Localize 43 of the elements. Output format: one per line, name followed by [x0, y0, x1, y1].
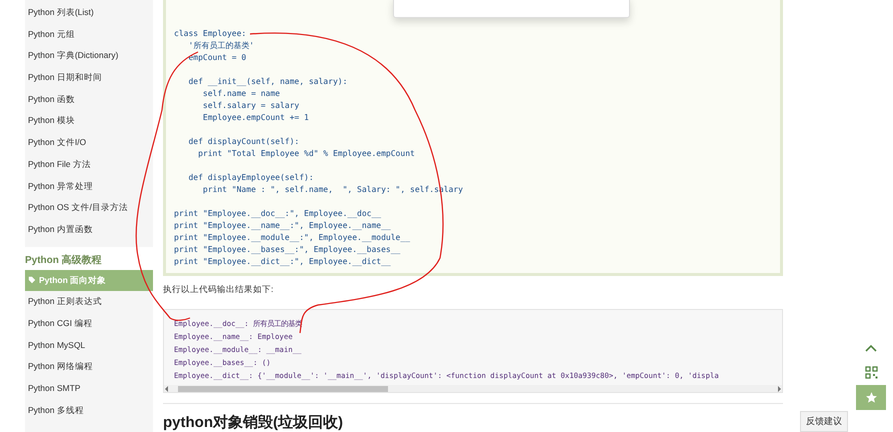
sidebar-item[interactable]: Python 日期和时间 [25, 67, 153, 89]
code-line: empCount = 0 [187, 52, 248, 64]
sidebar-item[interactable]: Python 元组 [25, 24, 153, 46]
scroll-right-icon[interactable] [776, 386, 782, 392]
code-line: print "Employee.__dict__:", Employee.__dict__ [174, 256, 392, 268]
scroll-left-icon[interactable] [164, 386, 170, 392]
code-line: Employee.empCount += 1 [202, 112, 310, 124]
star-icon [864, 391, 878, 404]
code-line: def displayCount(self): [187, 136, 300, 148]
code-line: print "Employee.__module__:", Employee.__module__ [174, 232, 412, 244]
code-line: def __init__(self, name, salary): [187, 76, 348, 88]
sidebar-item[interactable]: Python CGI 编程 [25, 312, 153, 335]
qr-code-icon [864, 366, 878, 379]
chevron-up-icon [865, 344, 877, 352]
feedback-button[interactable]: 反馈建议 [800, 411, 848, 432]
code-line: print "Employee.__doc__:", Employee.__doc__ [174, 208, 382, 220]
sidebar-item[interactable]: Python 列表(List) [25, 2, 153, 24]
output-intro: 执行以上代码输出结果如下: [163, 284, 274, 296]
code-line: self.name = name [202, 88, 281, 100]
sidebar-item[interactable]: Python MySQL [25, 334, 153, 356]
sidebar-item[interactable]: Python 字典(Dictionary) [25, 45, 153, 68]
sidebar-item[interactable]: Python 文件I/O [25, 132, 153, 154]
sidebar-item[interactable]: Python 函数 [25, 88, 153, 110]
code-line: def displayEmployee(self): [187, 172, 315, 184]
sidebar-item[interactable]: Python 内置函数 [25, 218, 153, 241]
code-line: print "Employee.__name__:", Employee.__name__ [174, 220, 392, 232]
sidebar-item[interactable]: Python OS 文件/目录方法 [25, 197, 153, 219]
code-line: print "Employee.__bases__:", Employee.__bases__ [174, 244, 402, 256]
favorite-button[interactable] [856, 385, 886, 410]
sidebar-item[interactable]: Python 模块 [25, 110, 153, 132]
code-line: '所有员工的基类' [187, 40, 256, 52]
code-line: print "Total Employee %d" % Employee.empCount [197, 148, 416, 160]
sidebar-item[interactable]: Python 多线程 [25, 400, 153, 422]
section-heading: python对象销毁(垃圾回收) [163, 413, 344, 432]
code-line: self.salary = salary [202, 100, 300, 112]
code-line: class Employee: [174, 28, 248, 40]
sidebar-item[interactable]: Python SMTP [25, 378, 153, 400]
sidebar-item[interactable]: Python File 方法 [25, 154, 153, 176]
sidebar-item[interactable]: Python 正则表达式 [25, 291, 153, 313]
sidebar-item[interactable]: Python 网络编程 [25, 356, 153, 378]
tag-icon [28, 276, 36, 284]
sidebar-item[interactable]: Python 异常处理 [25, 176, 153, 198]
scrollbar[interactable] [164, 385, 782, 392]
